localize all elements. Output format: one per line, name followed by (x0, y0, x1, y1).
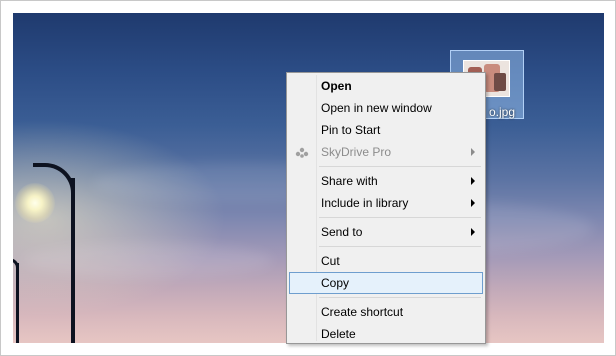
cloud-decoration (23, 243, 273, 278)
menu-item-label: Share with (321, 174, 378, 188)
menu-separator (319, 166, 481, 167)
menu-item-label: Delete (321, 327, 356, 341)
submenu-arrow-icon (471, 228, 475, 236)
menu-item-label: Copy (321, 276, 350, 290)
menu-item-label: Open in new window (321, 101, 432, 115)
lamp-light (15, 183, 55, 223)
menu-item-send-to[interactable]: Send to (289, 221, 483, 243)
file-name-label: o.jpg (488, 105, 515, 119)
menu-item-include-in-library[interactable]: Include in library (289, 192, 483, 214)
menu-item-label: Create shortcut (321, 305, 404, 319)
menu-item-pin-to-start[interactable]: Pin to Start (289, 119, 483, 141)
menu-separator (319, 217, 481, 218)
menu-item-open[interactable]: Open (289, 75, 483, 97)
menu-item-cut[interactable]: Cut (289, 250, 483, 272)
menu-item-label: Open (321, 79, 352, 93)
menu-item-skydrive-pro[interactable]: SkyDrive Pro (289, 141, 483, 163)
lamp-arm (13, 258, 19, 272)
menu-separator (319, 297, 481, 298)
menu-item-label: Cut (321, 254, 340, 268)
menu-item-label: Include in library (321, 196, 409, 210)
menu-item-label: Pin to Start (321, 123, 381, 137)
menu-item-open-in-new-window[interactable]: Open in new window (289, 97, 483, 119)
submenu-arrow-icon (471, 148, 475, 156)
menu-item-create-shortcut[interactable]: Create shortcut (289, 301, 483, 323)
submenu-arrow-icon (471, 177, 475, 185)
lamp-pole (16, 263, 19, 343)
menu-item-copy[interactable]: Copy (289, 272, 483, 294)
skydrive-pro-icon (295, 147, 309, 158)
menu-item-share-with[interactable]: Share with (289, 170, 483, 192)
menu-item-label: SkyDrive Pro (321, 145, 392, 159)
menu-item-label: Send to (321, 225, 363, 239)
submenu-arrow-icon (471, 199, 475, 207)
menu-separator (319, 246, 481, 247)
menu-item-delete[interactable]: Delete (289, 323, 483, 345)
context-menu: Open Open in new window Pin to Start Sky… (286, 72, 486, 344)
